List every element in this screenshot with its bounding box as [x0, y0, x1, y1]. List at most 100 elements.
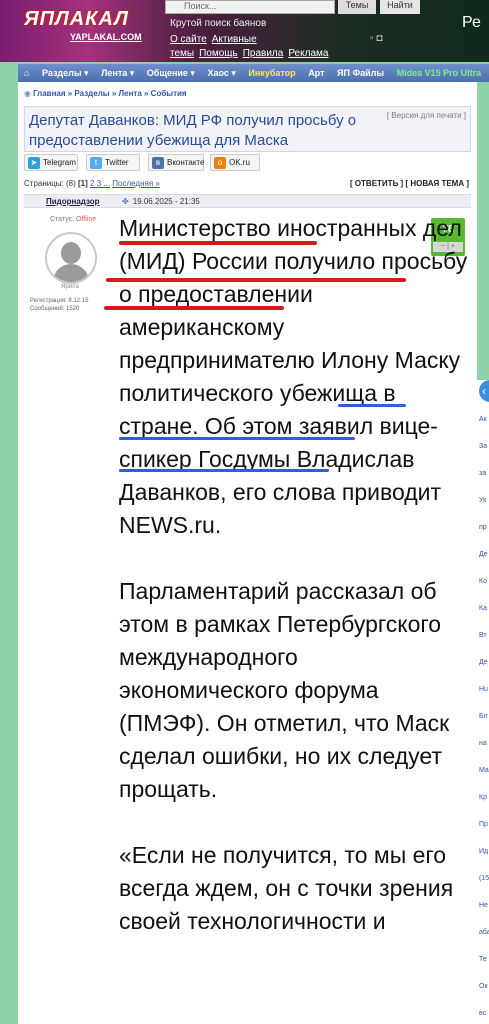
sidebar-topic-link[interactable]: Пр	[479, 821, 489, 828]
sidebar-topic-link[interactable]: (15	[479, 875, 489, 882]
search-input[interactable]: Поиск...	[165, 0, 335, 14]
red-underline-1	[119, 241, 317, 245]
last-page-link[interactable]: Последняя »	[112, 179, 160, 188]
sidebar-topic-link[interactable]: За	[479, 443, 489, 450]
message-count: Сообщений: 1520	[30, 306, 80, 312]
rss-icon[interactable]: ▫ ◘	[370, 33, 382, 44]
page-links[interactable]: 2 3 ...	[90, 179, 110, 188]
right-sidebar: Ак За за Ук пр Де Ко Ка Вт Де Нu Бл на Ма Кр Пр Ид (15 Не а…	[477, 380, 489, 1024]
pagination-row: Страницы: (8) [1] 2 3 ... Последняя » [ …	[24, 179, 471, 191]
nav-incubator[interactable]: Инкубатор	[248, 64, 295, 82]
blue-underline-3	[119, 469, 329, 472]
print-version-link[interactable]: [ Версия для печати ]	[387, 111, 466, 120]
nav-art[interactable]: Арт	[308, 64, 324, 82]
blue-underline-1	[338, 404, 406, 407]
avatar-head	[61, 242, 81, 264]
main-nav: ⌂ Разделы ▾ Лента ▾ Общение ▾ Хаос ▾ Инк…	[18, 64, 489, 82]
blue-underline-2	[119, 437, 355, 440]
sidebar-topic-link[interactable]: Ма	[479, 767, 489, 774]
twitter-icon: t	[90, 157, 102, 169]
share-twitter-button[interactable]: t Twitter	[86, 154, 140, 171]
link-rules[interactable]: Правила	[243, 48, 284, 59]
avatar-caption: Ярила	[61, 284, 79, 290]
sidebar-topic-link[interactable]: вс	[479, 1010, 489, 1017]
registration-date: Регистрация: 8.12.15	[30, 298, 89, 304]
share-telegram-label: Telegram	[43, 158, 76, 167]
sidebar-topic-link[interactable]: Ко	[479, 578, 489, 585]
pages-label: Страницы: (8)	[24, 179, 76, 188]
red-underline-3	[104, 306, 284, 310]
sidebar-topic-link[interactable]: Ок	[479, 983, 489, 990]
link-ads[interactable]: Реклама	[288, 48, 328, 59]
sidebar-topic-link[interactable]: Вт	[479, 632, 489, 639]
sidebar-topic-link[interactable]: аба	[479, 929, 489, 936]
sidebar-topic-link[interactable]: Кр	[479, 794, 489, 801]
sidebar-topic-link[interactable]: за	[479, 470, 489, 477]
sidebar-topic-link[interactable]: Ук	[479, 497, 489, 504]
sidebar-topic-link[interactable]: Де	[479, 551, 489, 558]
ok-icon: o	[214, 157, 226, 169]
breadcrumb-icon: ◉	[24, 89, 31, 98]
sidebar-topic-link[interactable]: Де	[479, 659, 489, 666]
post-date-text: 19.06.2025 - 21:35	[132, 197, 200, 206]
post-link-icon[interactable]: ✤	[122, 197, 129, 206]
red-underline-2	[106, 278, 406, 282]
sidebar-topic-link[interactable]: Ка	[479, 605, 489, 612]
topic-title-box: Депутат Даванков: МИД РФ получил просьбу…	[24, 106, 471, 152]
sidebar-topic-link[interactable]: пр	[479, 524, 489, 531]
topic-panel: ◉ Главная » Разделы » Лента » События Деп…	[18, 82, 477, 1024]
sidebar-topic-link[interactable]: Те	[479, 956, 489, 963]
breadcrumb: ◉ Главная » Разделы » Лента » События	[24, 89, 187, 98]
header-tagline[interactable]: Крутой поиск баянов	[170, 18, 266, 29]
nav-ad-link[interactable]: Midea V15 Pro Ultra	[397, 64, 482, 82]
logo-domain: YAPLAKAL.COM	[70, 32, 142, 42]
logo-text: ЯПЛАКАЛ	[24, 8, 129, 30]
sidebar-topic-link[interactable]: Бл	[479, 713, 489, 720]
post-header-bar: Пидорнадзор ✤ 19.06.2025 - 21:35	[24, 194, 471, 208]
status-label: Статус:	[50, 216, 75, 223]
sidebar-topic-link[interactable]: на	[479, 740, 489, 747]
avatar[interactable]	[45, 232, 97, 284]
sidebar-topic-link[interactable]: Не	[479, 902, 489, 909]
nav-feed[interactable]: Лента ▾	[101, 64, 134, 82]
nav-files[interactable]: ЯП Файлы	[337, 64, 384, 82]
avatar-body	[53, 264, 89, 282]
post-paragraph: Министерство иностранных дел (МИД) Росси…	[119, 215, 468, 538]
breadcrumb-text[interactable]: Главная » Разделы » Лента » События	[33, 89, 187, 98]
sidebar-topic-link[interactable]: Ид	[479, 848, 489, 855]
author-name[interactable]: Пидорнадзор	[46, 197, 100, 206]
share-ok-label: OK.ru	[229, 158, 250, 167]
search-scope-select[interactable]: Темы	[338, 0, 376, 14]
home-icon[interactable]: ⌂	[24, 64, 29, 82]
nav-chaos[interactable]: Хаос ▾	[207, 64, 235, 82]
share-twitter-label: Twitter	[105, 158, 129, 167]
post-paragraph: «Если не получится, то мы его всегда жде…	[119, 842, 454, 934]
author-status: Статус: Offline	[50, 216, 96, 223]
post-date: ✤ 19.06.2025 - 21:35	[122, 197, 200, 206]
share-telegram-button[interactable]: ➤ Telegram	[24, 154, 78, 171]
vk-icon: в	[152, 157, 164, 169]
author-info: Регистрация: 8.12.15 Сообщений: 1520	[30, 297, 88, 313]
current-page: [1]	[78, 179, 88, 188]
site-header: ЯПЛАКАЛ YAPLAKAL.COM ⌕ Поиск... Темы Най…	[0, 0, 489, 62]
sidebar-topic-link[interactable]: Ак	[479, 416, 489, 423]
nav-chat[interactable]: Общение ▾	[147, 64, 195, 82]
share-vk-label: Вконтакте	[167, 158, 205, 167]
link-help[interactable]: Помощь	[199, 48, 238, 59]
search-button[interactable]: Найти	[380, 0, 420, 14]
header-side-text: Ре	[462, 14, 481, 31]
topic-title: Депутат Даванков: МИД РФ получил просьбу…	[29, 112, 357, 149]
share-ok-button[interactable]: o OK.ru	[210, 154, 260, 171]
site-logo[interactable]: ЯПЛАКАЛ YAPLAKAL.COM	[20, 6, 160, 46]
link-about[interactable]: О сайте	[170, 34, 207, 45]
share-vk-button[interactable]: в Вконтакте	[148, 154, 204, 171]
left-background-strip	[0, 62, 18, 1024]
status-value: Offline	[76, 216, 97, 223]
right-background-strip	[477, 82, 489, 380]
sidebar-topic-link[interactable]: Нu	[479, 686, 489, 693]
telegram-icon: ➤	[28, 157, 40, 169]
post-body: Министерство иностранных дел (МИД) Росси…	[119, 212, 471, 971]
topic-actions[interactable]: [ ОТВЕТИТЬ ] [ НОВАЯ ТЕМА ]	[350, 179, 469, 188]
nav-sections[interactable]: Разделы ▾	[42, 64, 89, 82]
post-paragraph: Парламентарий рассказал об этом в рамках…	[119, 578, 450, 802]
